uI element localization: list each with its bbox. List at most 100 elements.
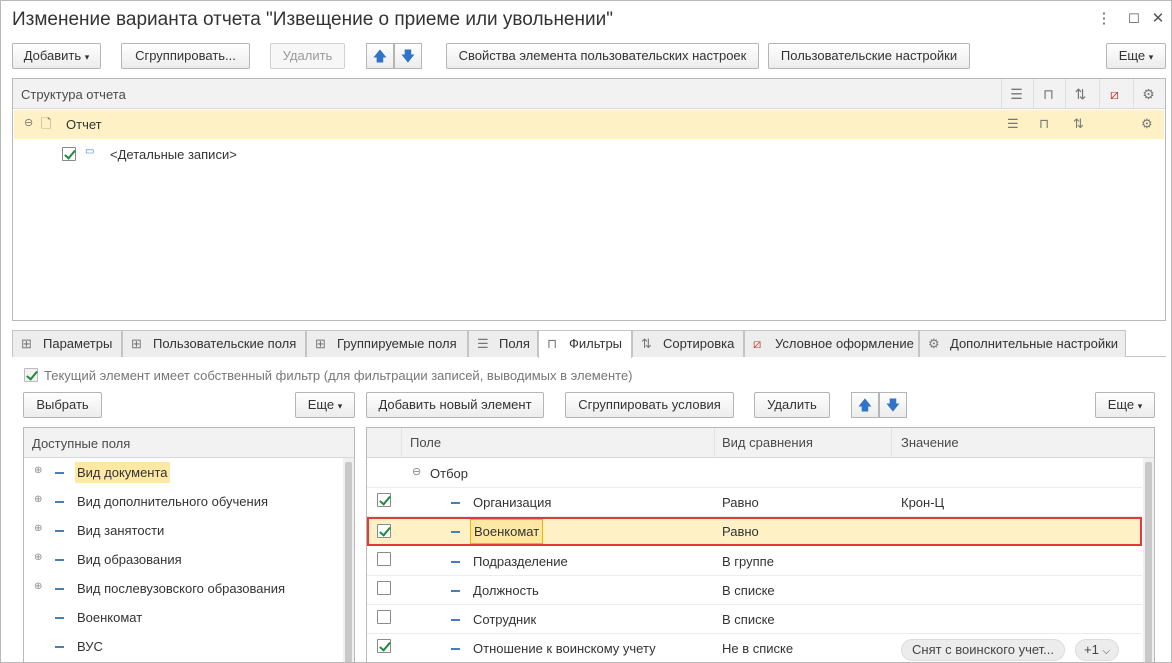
- row-filters-icon[interactable]: ⊓: [1039, 116, 1049, 132]
- tab-grouping-fields[interactable]: ⊞ Группируемые поля: [306, 330, 468, 357]
- choose-button[interactable]: Выбрать: [23, 392, 102, 418]
- expand-icon[interactable]: ⊕: [34, 523, 42, 534]
- filter-row[interactable]: Отношение к воинскому учету Не в списке …: [367, 634, 1142, 662]
- structure-fields-icon[interactable]: ☰: [1001, 79, 1031, 109]
- filter-value[interactable]: Крон-Ц: [901, 495, 944, 510]
- field-icon: [451, 502, 460, 504]
- tab-parameters[interactable]: ⊞ Параметры: [12, 330, 122, 357]
- row-settings-icon[interactable]: ⚙: [1141, 116, 1153, 132]
- available-field-item[interactable]: ВУС: [24, 632, 342, 661]
- structure-row-label: Отчет: [66, 117, 102, 132]
- more-left-button[interactable]: Еще ▾: [295, 392, 355, 418]
- scroll-thumb[interactable]: [345, 462, 352, 662]
- value-column-header[interactable]: Значение: [892, 428, 1142, 458]
- move-down-button[interactable]: 🡇: [879, 392, 907, 418]
- collapse-icon[interactable]: ⊖: [24, 116, 33, 129]
- filter-row-checkbox[interactable]: [377, 639, 391, 653]
- tab-conditional-formatting[interactable]: ⧄ Условное оформление: [744, 330, 919, 357]
- filter-row-checkbox[interactable]: [377, 581, 391, 595]
- structure-filters-icon[interactable]: ⊓: [1033, 79, 1063, 109]
- filter-table: Поле Вид сравнения Значение ⊖ Отбор Орга…: [366, 427, 1155, 662]
- more-right-button[interactable]: Еще ▾: [1095, 392, 1155, 418]
- move-up-button[interactable]: 🡅: [851, 392, 879, 418]
- report-structure-panel: Структура отчета ☰ ⊓ ⇅ ⧄ ⚙ ⊖ 🗋 Отчет ☰ ⊓…: [12, 78, 1166, 321]
- add-new-element-button[interactable]: Добавить новый элемент: [366, 392, 544, 418]
- available-field-item[interactable]: ⊕ Вид занятости: [24, 516, 342, 545]
- filter-row-selected[interactable]: Военкомат Равно: [367, 517, 1142, 546]
- filter-compare[interactable]: В списке: [722, 583, 775, 598]
- chevron-down-icon: ⌵: [1102, 646, 1111, 657]
- available-field-label: Вид документа: [75, 462, 170, 483]
- available-field-item[interactable]: Военкомат: [24, 603, 342, 632]
- field-column-header[interactable]: Поле: [402, 428, 715, 458]
- tab-fields[interactable]: ☰ Поля: [468, 330, 538, 357]
- filter-compare[interactable]: Не в списке: [722, 641, 793, 656]
- tab-label: Параметры: [43, 336, 113, 351]
- expand-icon[interactable]: ⊕: [34, 552, 42, 563]
- filter-row[interactable]: Сотрудник В списке: [367, 605, 1142, 633]
- maximize-icon[interactable]: ☐: [1122, 7, 1146, 31]
- user-fields-icon: ⊞: [131, 336, 142, 351]
- group-button[interactable]: Сгруппировать...: [121, 43, 250, 69]
- add-label: Добавить: [23, 48, 82, 63]
- tab-label: Дополнительные настройки: [950, 336, 1119, 351]
- value-tag[interactable]: Снят с воинского учет...: [901, 639, 1065, 661]
- available-field-item[interactable]: ⊕ Вид образования: [24, 545, 342, 574]
- field-icon: [55, 472, 64, 474]
- tab-filters[interactable]: ⊓ Фильтры: [538, 330, 632, 358]
- filter-compare[interactable]: Равно: [722, 495, 759, 510]
- row-fields-icon[interactable]: ☰: [1007, 116, 1019, 132]
- move-up-button[interactable]: 🡅: [366, 43, 394, 69]
- arrow-down-icon: 🡇: [400, 48, 416, 64]
- tab-additional-settings[interactable]: ⚙ Дополнительные настройки: [919, 330, 1126, 357]
- delete-filter-button[interactable]: Удалить: [754, 392, 830, 418]
- window-menu-icon[interactable]: ⋮: [1092, 7, 1116, 31]
- value-tag-more[interactable]: +1 ⌵: [1075, 639, 1120, 661]
- filter-row-checkbox[interactable]: [377, 610, 391, 624]
- collapse-icon[interactable]: ⊖: [412, 465, 421, 478]
- filter-row[interactable]: Организация Равно Крон-Ц: [367, 488, 1142, 516]
- tab-label: Сортировка: [663, 336, 735, 351]
- structure-row-label[interactable]: <Детальные записи>: [110, 147, 237, 162]
- tab-user-fields[interactable]: ⊞ Пользовательские поля: [122, 330, 306, 357]
- available-scrollbar[interactable]: [343, 458, 354, 662]
- filter-compare[interactable]: В списке: [722, 612, 775, 627]
- user-settings-button[interactable]: Пользовательские настройки: [768, 43, 970, 69]
- row-sort-icon[interactable]: ⇅: [1073, 116, 1084, 132]
- own-filter-checkbox[interactable]: [24, 368, 38, 382]
- delete-button[interactable]: Удалить: [270, 43, 345, 69]
- group-conditions-button[interactable]: Сгруппировать условия: [565, 392, 734, 418]
- filter-row[interactable]: Должность В списке: [367, 576, 1142, 604]
- more-button[interactable]: Еще ▾: [1106, 43, 1166, 69]
- fields-icon: ☰: [477, 336, 489, 351]
- available-fields-header-label: Доступные поля: [32, 436, 131, 451]
- structure-sort-icon[interactable]: ⇅: [1065, 79, 1095, 109]
- filter-field: Сотрудник: [473, 612, 537, 627]
- more-label: Еще: [1107, 397, 1135, 412]
- compare-column-header[interactable]: Вид сравнения: [715, 428, 892, 458]
- move-down-button[interactable]: 🡇: [394, 43, 422, 69]
- close-icon[interactable]: ✕: [1146, 7, 1170, 31]
- scroll-thumb[interactable]: [1145, 462, 1152, 662]
- available-field-item[interactable]: ⊕ Вид документа: [24, 458, 342, 487]
- filter-compare[interactable]: В группе: [722, 554, 774, 569]
- filter-row-checkbox[interactable]: [377, 524, 391, 538]
- expand-icon[interactable]: ⊕: [34, 494, 42, 505]
- filter-row[interactable]: Подразделение В группе: [367, 546, 1142, 575]
- filter-row-checkbox[interactable]: [377, 493, 391, 507]
- expand-icon[interactable]: ⊕: [34, 465, 42, 476]
- filter-compare[interactable]: Равно: [722, 524, 759, 539]
- add-button[interactable]: Добавить ▾: [12, 43, 101, 69]
- detail-records-checkbox[interactable]: [62, 147, 76, 161]
- structure-appearance-icon[interactable]: ⧄: [1099, 79, 1129, 109]
- tab-sorting[interactable]: ⇅ Сортировка: [632, 330, 744, 357]
- structure-settings-icon[interactable]: ⚙: [1133, 79, 1163, 109]
- element-properties-button[interactable]: Свойства элемента пользовательских настр…: [446, 43, 759, 69]
- filter-scrollbar[interactable]: [1143, 458, 1154, 662]
- filter-group-row[interactable]: ⊖ Отбор: [367, 458, 1142, 487]
- available-field-item[interactable]: ⊕ Вид дополнительного обучения: [24, 487, 342, 516]
- structure-row-report[interactable]: ⊖ 🗋 Отчет ☰ ⊓ ⇅ ⚙: [14, 110, 1164, 139]
- filter-row-checkbox[interactable]: [377, 552, 391, 566]
- available-field-item[interactable]: ⊕ Вид послевузовского образования: [24, 574, 342, 603]
- expand-icon[interactable]: ⊕: [34, 581, 42, 592]
